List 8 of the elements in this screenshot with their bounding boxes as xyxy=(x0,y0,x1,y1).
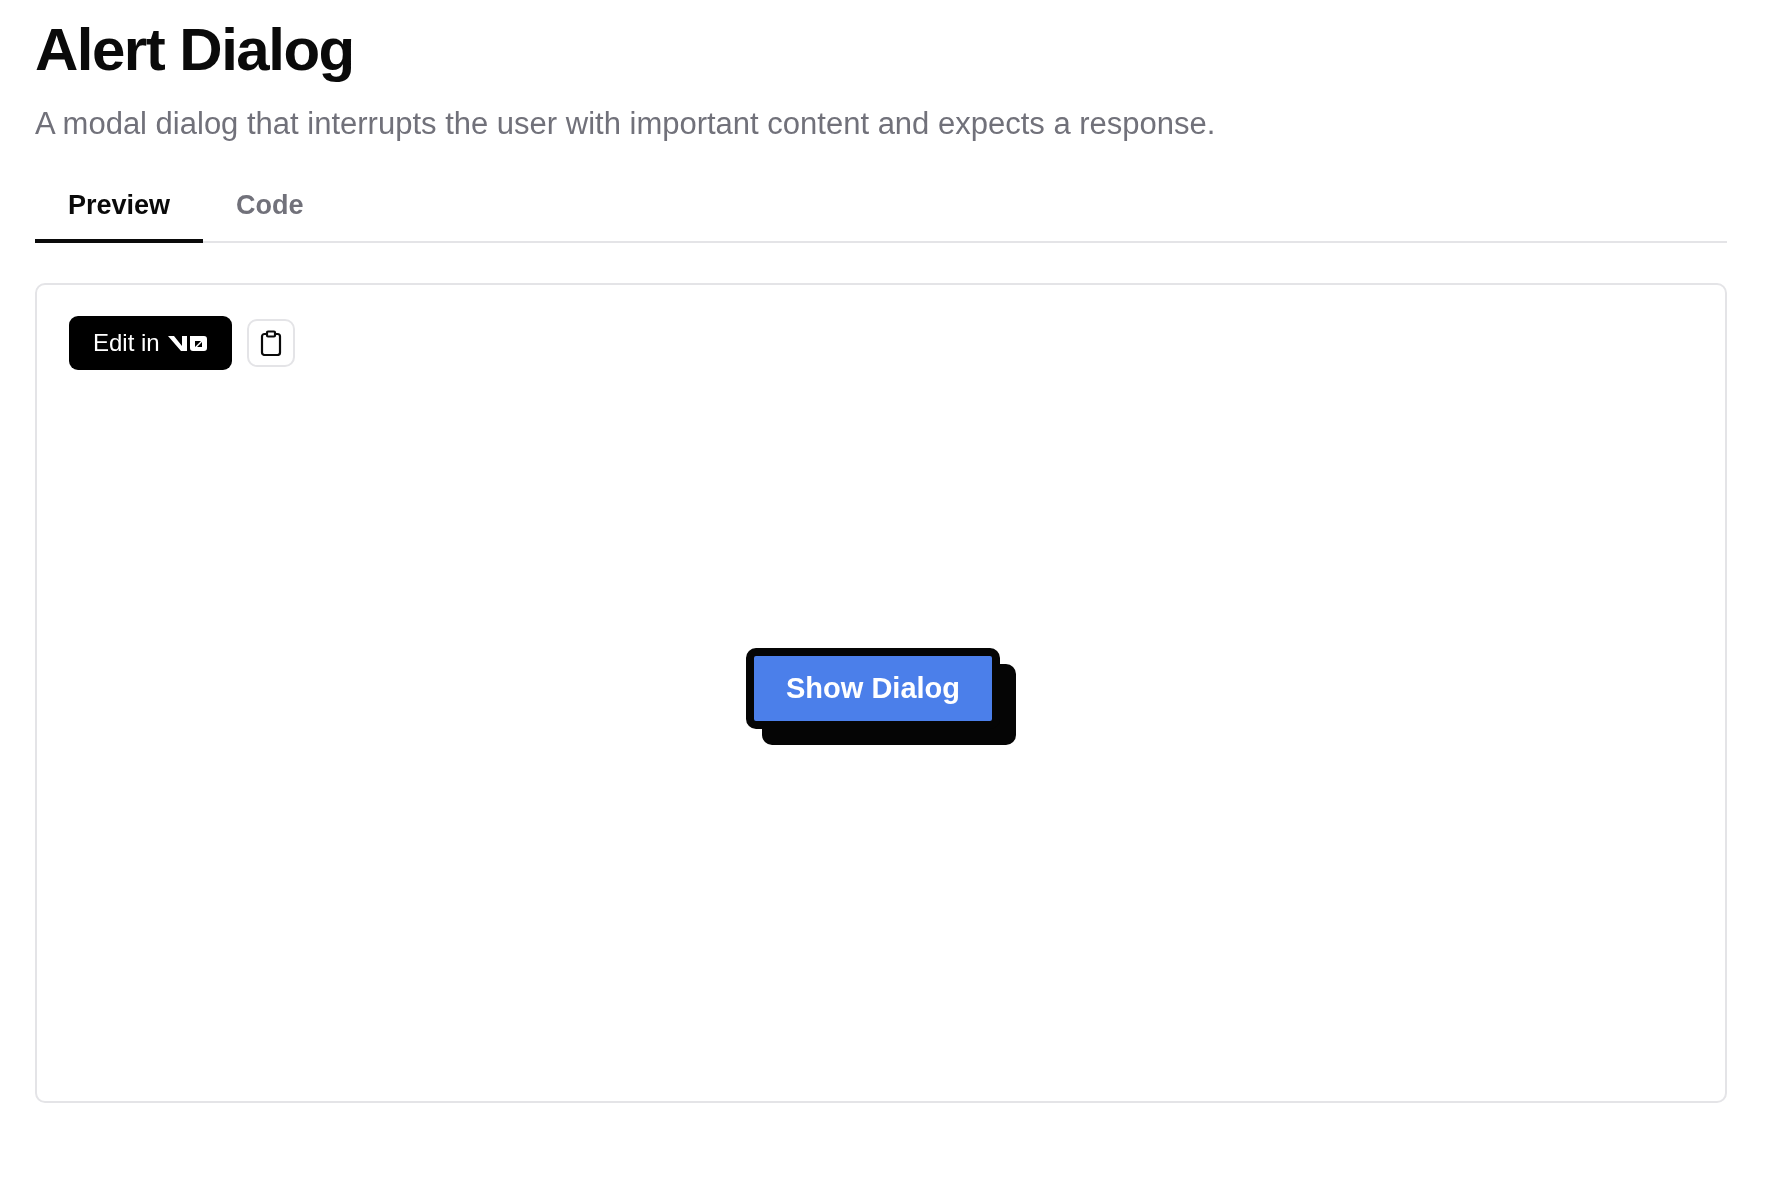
logo-icon xyxy=(167,333,208,353)
tab[interactable]: Preview xyxy=(35,176,204,243)
tab[interactable]: Code xyxy=(203,176,337,243)
edit-button[interactable]: Edit in xyxy=(69,316,232,370)
page-title: Alert Dialog xyxy=(35,15,355,85)
clipboard-icon xyxy=(258,330,283,356)
copy-button[interactable] xyxy=(246,319,295,367)
page-description: A modal dialog that interrupts the user with important content and expects a response. xyxy=(35,105,1217,143)
